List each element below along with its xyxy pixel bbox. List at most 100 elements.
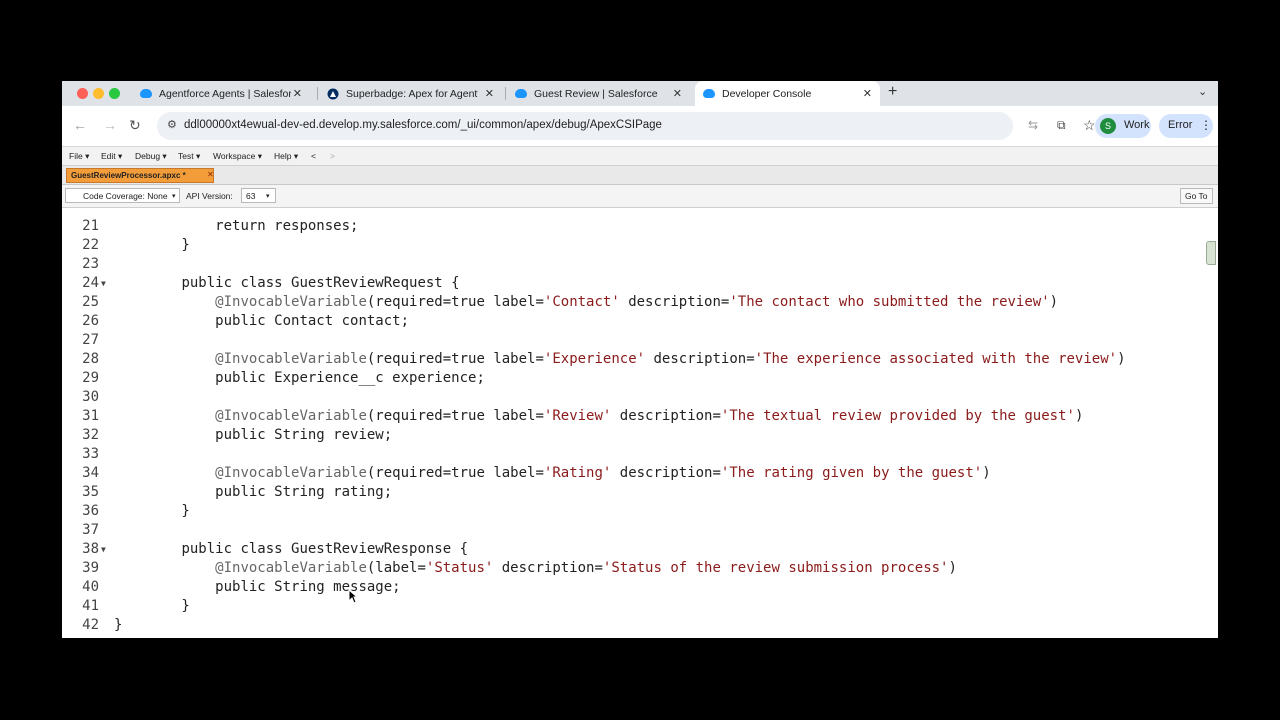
forward-arrow-icon[interactable]: → xyxy=(103,117,117,133)
bookmark-star-icon[interactable]: ☆ xyxy=(1083,117,1096,134)
code-line[interactable]: 36 } xyxy=(62,503,1202,522)
code-text: } xyxy=(114,237,189,253)
menu-workspace[interactable]: Workspace ▾ xyxy=(213,151,262,162)
code-token: description= xyxy=(611,408,721,424)
zoom-window-button[interactable] xyxy=(109,88,120,99)
site-settings-icon[interactable]: ⚙ xyxy=(167,118,177,131)
code-token: ) xyxy=(948,560,957,576)
tab-developer-console[interactable]: Developer Console ✕ xyxy=(695,81,880,106)
code-line[interactable]: 31 @InvocableVariable(required=true labe… xyxy=(62,408,1202,427)
profile-label: Work xyxy=(1124,119,1150,131)
reload-icon[interactable]: ↻ xyxy=(129,117,141,134)
history-back-icon[interactable]: < xyxy=(311,151,316,161)
menu-help[interactable]: Help ▾ xyxy=(274,151,298,162)
code-line[interactable]: 21 return responses; xyxy=(62,218,1202,237)
code-line[interactable]: 37 xyxy=(62,522,1202,541)
line-number: 33 xyxy=(82,446,99,462)
code-line[interactable]: 22 } xyxy=(62,237,1202,256)
code-line[interactable]: 28 @InvocableVariable(required=true labe… xyxy=(62,351,1202,370)
salesforce-cloud-icon xyxy=(515,89,527,98)
line-number: 34 xyxy=(82,465,99,481)
close-tab-icon[interactable]: ✕ xyxy=(863,87,872,100)
code-line[interactable]: 23 xyxy=(62,256,1202,275)
code-line[interactable]: 40 public String message; xyxy=(62,579,1202,598)
line-number: 28 xyxy=(82,351,99,367)
code-line[interactable]: 27 xyxy=(62,332,1202,351)
code-token: } xyxy=(114,617,123,633)
code-token: true xyxy=(451,465,485,481)
address-bar[interactable]: ⚙ ddl00000xt4ewual-dev-ed.develop.my.sal… xyxy=(157,112,1096,140)
code-token: Contact contact; xyxy=(265,313,410,329)
code-text: public String rating; xyxy=(114,484,392,500)
editor-options-bar: Code Coverage: None ▾ API Version: 63 ▾ … xyxy=(62,185,1218,208)
code-token: @InvocableVariable xyxy=(215,408,367,424)
code-editor[interactable]: 21 return responses; 22 } 23 24 ▼ public cla… xyxy=(62,208,1218,638)
close-tab-icon[interactable]: ✕ xyxy=(673,87,682,100)
code-token: return xyxy=(215,218,266,234)
line-number: 27 xyxy=(82,332,99,348)
code-line[interactable]: 41 } xyxy=(62,598,1202,617)
code-line[interactable]: 35 public String rating; xyxy=(62,484,1202,503)
history-forward-icon[interactable]: > xyxy=(330,151,335,161)
minimize-window-button[interactable] xyxy=(93,88,104,99)
code-line[interactable]: 39 @InvocableVariable(label='Status' des… xyxy=(62,560,1202,579)
code-line[interactable]: 34 @InvocableVariable(required=true labe… xyxy=(62,465,1202,484)
close-window-button[interactable] xyxy=(77,88,88,99)
go-to-button[interactable]: Go To xyxy=(1180,188,1213,204)
line-number: 40 xyxy=(82,579,99,595)
profile-button[interactable]: S Work xyxy=(1095,114,1151,138)
menu-debug[interactable]: Debug ▾ xyxy=(135,151,167,162)
dropdown-arrow-icon: ▾ xyxy=(172,193,176,200)
error-menu-button[interactable]: Error ⋮ xyxy=(1159,114,1213,138)
code-line[interactable]: 29 public Experience__c experience; xyxy=(62,370,1202,389)
file-tab-active[interactable]: GuestReviewProcessor.apxc * ✕ xyxy=(66,168,214,183)
code-line[interactable]: 32 public String review; xyxy=(62,427,1202,446)
tab-agentforce-agents[interactable]: Agentforce Agents | Salesforce ✕ xyxy=(140,81,310,106)
code-line[interactable]: 30 xyxy=(62,389,1202,408)
code-coverage-select[interactable]: Code Coverage: None ▾ xyxy=(65,188,180,203)
back-arrow-icon[interactable]: ← xyxy=(73,117,87,133)
line-number: 41 xyxy=(82,598,99,614)
line-number: 36 xyxy=(82,503,99,519)
tab-guest-review[interactable]: Guest Review | Salesforce ✕ xyxy=(515,81,690,106)
code-token: ) xyxy=(1117,351,1126,367)
close-file-icon[interactable]: ✕ xyxy=(207,170,214,179)
close-tab-icon[interactable]: ✕ xyxy=(485,87,494,100)
code-token: 'Rating' xyxy=(543,465,612,481)
sync-icon[interactable]: ⇆ xyxy=(1028,118,1038,132)
code-line[interactable]: 24 ▼ public class GuestReviewRequest { xyxy=(62,275,1202,294)
tab-search-chevron-icon[interactable]: ⌄ xyxy=(1198,85,1207,98)
close-tab-icon[interactable]: ✕ xyxy=(293,87,302,100)
tab-superbadge[interactable]: Superbadge: Apex for Agentforce ✕ xyxy=(327,81,502,106)
more-vertical-icon: ⋮ xyxy=(1200,118,1212,132)
extensions-puzzle-icon[interactable]: ⧉ xyxy=(1057,118,1066,133)
code-token: String rating; xyxy=(265,484,393,500)
code-text: @InvocableVariable(label='Status' descri… xyxy=(114,560,957,576)
fold-toggle-icon[interactable]: ▼ xyxy=(101,279,106,288)
code-token: @InvocableVariable xyxy=(215,465,367,481)
fold-toggle-icon[interactable]: ▼ xyxy=(101,545,106,554)
code-line[interactable]: 26 public Contact contact; xyxy=(62,313,1202,332)
file-tab-strip: GuestReviewProcessor.apxc * ✕ xyxy=(62,166,1218,185)
scroll-marker[interactable] xyxy=(1206,241,1216,265)
code-token: (required= xyxy=(366,408,452,424)
code-token: public xyxy=(215,313,266,329)
menu-edit[interactable]: Edit ▾ xyxy=(101,151,122,162)
url-text[interactable]: ddl00000xt4ewual-dev-ed.develop.my.sales… xyxy=(184,119,662,131)
code-line[interactable]: 25 @InvocableVariable(required=true labe… xyxy=(62,294,1202,313)
code-token: } xyxy=(114,503,190,519)
code-token: description= xyxy=(645,351,755,367)
code-line[interactable]: 38 ▼ public class GuestReviewResponse { xyxy=(62,541,1202,560)
code-line[interactable]: 42} xyxy=(62,617,1202,636)
new-tab-icon[interactable]: + xyxy=(888,83,897,101)
code-line[interactable]: 33 xyxy=(62,446,1202,465)
menu-test[interactable]: Test ▾ xyxy=(178,151,200,162)
code-token: description= xyxy=(493,560,603,576)
code-token: } xyxy=(114,598,190,614)
menu-file[interactable]: File ▾ xyxy=(69,151,89,162)
code-token: label= xyxy=(484,294,544,310)
api-version-select[interactable]: 63 ▾ xyxy=(241,188,276,203)
code-text: public class GuestReviewResponse { xyxy=(114,541,468,557)
